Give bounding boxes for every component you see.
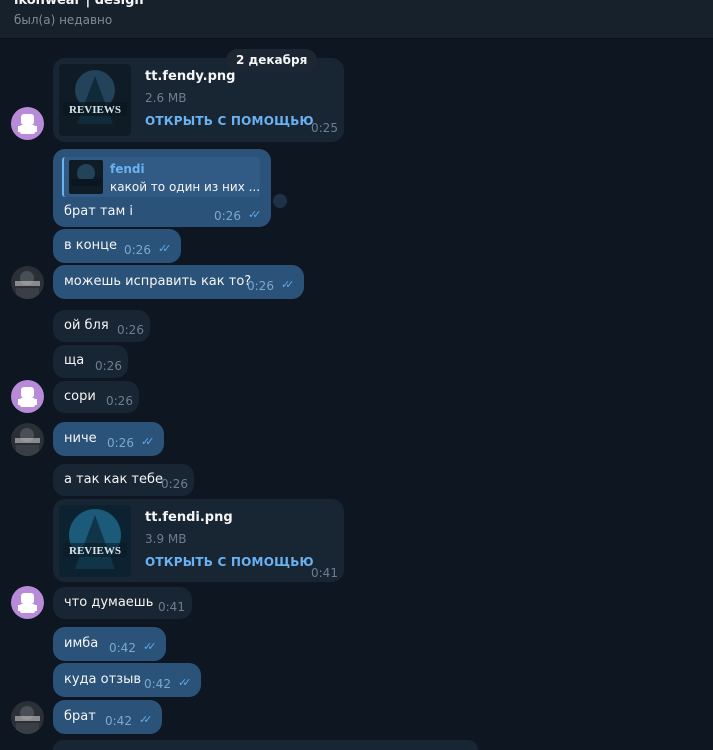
message-text: а так как тебе bbox=[64, 472, 164, 487]
message-text: ой бля bbox=[64, 318, 109, 333]
message-bubble[interactable]: ниче 0:26 ✓✓ bbox=[53, 422, 164, 456]
message-time: 0:26 bbox=[124, 243, 151, 257]
message-time: 0:26 bbox=[214, 209, 241, 223]
profile-photo-icon bbox=[11, 266, 44, 299]
message-time: 0:26 bbox=[247, 279, 274, 293]
profile-photo-icon bbox=[11, 423, 44, 456]
message-text: брат bbox=[64, 709, 96, 724]
message-bubble[interactable]: что думаешь 0:41 bbox=[53, 587, 192, 619]
message-time: 0:26 bbox=[106, 394, 133, 408]
image-thumbnail[interactable]: REVIEWS bbox=[59, 505, 131, 577]
file-message[interactable]: REVIEWS tt.fendi.png 3.9 MB ОТКРЫТЬ С ПО… bbox=[53, 499, 344, 582]
message-text: куда отзыв bbox=[64, 672, 141, 687]
profile-photo-icon bbox=[11, 701, 44, 734]
message-text: имба bbox=[64, 636, 99, 651]
read-check-icon: ✓✓ bbox=[143, 640, 157, 653]
robot-avatar-icon bbox=[18, 387, 37, 407]
message-time: 0:41 bbox=[311, 566, 338, 580]
chat-title[interactable]: ikonwear | design bbox=[14, 0, 144, 8]
message-text: ниче bbox=[64, 431, 97, 446]
message-bubble[interactable]: можешь исправить как то? 0:26 ✓✓ bbox=[53, 265, 304, 299]
thumbnail-logo-text: REVIEWS bbox=[69, 545, 121, 557]
message-bubble[interactable]: куда отзыв 0:42 ✓✓ bbox=[53, 663, 201, 697]
message-time: 0:41 bbox=[158, 600, 185, 614]
message-text: можешь исправить как то? bbox=[64, 274, 252, 289]
robot-avatar-icon bbox=[18, 114, 37, 134]
message-text: сори bbox=[64, 389, 96, 404]
message-bubble[interactable]: брат 0:42 ✓✓ bbox=[53, 700, 162, 734]
read-check-icon: ✓✓ bbox=[281, 278, 295, 291]
reply-text: какой то один из них ... bbox=[110, 180, 261, 194]
reply-quote[interactable]: fendi какой то один из них ... bbox=[62, 157, 260, 197]
message-time: 0:42 bbox=[144, 677, 171, 691]
user-avatar[interactable] bbox=[11, 266, 44, 299]
message-time: 0:26 bbox=[117, 323, 144, 337]
read-check-icon: ✓✓ bbox=[248, 208, 262, 221]
sender-avatar[interactable] bbox=[11, 107, 44, 140]
user-avatar[interactable] bbox=[11, 423, 44, 456]
file-name: tt.fendi.png bbox=[145, 510, 233, 525]
message-bubble[interactable]: ща 0:26 bbox=[53, 345, 128, 378]
chat-status: был(а) недавно bbox=[14, 13, 113, 27]
open-with-button[interactable]: ОТКРЫТЬ С ПОМОЩЬЮ bbox=[145, 113, 314, 129]
sender-avatar[interactable] bbox=[11, 380, 44, 413]
message-bubble[interactable]: а так как тебе 0:26 bbox=[53, 464, 194, 496]
reply-author: fendi bbox=[110, 162, 145, 176]
message-bubble[interactable]: в конце 0:26 ✓✓ bbox=[53, 229, 181, 263]
message-time: 0:26 bbox=[95, 359, 122, 373]
message-text: в конце bbox=[64, 238, 117, 253]
message-time: 0:26 bbox=[161, 477, 188, 491]
file-name: tt.fendy.png bbox=[145, 69, 236, 84]
file-size: 3.9 MB bbox=[145, 532, 187, 546]
image-thumbnail[interactable]: REVIEWS bbox=[59, 64, 131, 136]
message-bubble-partial[interactable] bbox=[53, 740, 478, 750]
message-list[interactable]: REVIEWS tt.fendy.png 2.6 MB ОТКРЫТЬ С ПО… bbox=[0, 39, 713, 750]
message-bubble[interactable]: ой бля 0:26 bbox=[53, 310, 150, 342]
message-time: 0:42 bbox=[109, 641, 136, 655]
robot-avatar-icon bbox=[18, 593, 37, 613]
message-text: брат там i bbox=[64, 204, 134, 219]
file-size: 2.6 MB bbox=[145, 91, 187, 105]
message-time: 0:25 bbox=[311, 121, 338, 135]
open-with-button[interactable]: ОТКРЫТЬ С ПОМОЩЬЮ bbox=[145, 554, 314, 570]
read-check-icon: ✓✓ bbox=[158, 242, 172, 255]
sender-avatar[interactable] bbox=[11, 586, 44, 619]
read-check-icon: ✓✓ bbox=[178, 676, 192, 689]
message-time: 0:42 bbox=[105, 714, 132, 728]
message-text: что думаешь bbox=[64, 595, 154, 610]
chat-header[interactable]: ikonwear | design был(а) недавно bbox=[0, 0, 713, 39]
user-avatar[interactable] bbox=[11, 701, 44, 734]
reply-message[interactable]: fendi какой то один из них ... брат там … bbox=[53, 149, 271, 227]
read-check-icon: ✓✓ bbox=[141, 435, 155, 448]
reply-thumbnail bbox=[69, 160, 103, 194]
message-bubble[interactable]: сори 0:26 bbox=[53, 381, 139, 413]
message-text: ща bbox=[64, 353, 85, 368]
thumbnail-logo-text: REVIEWS bbox=[69, 104, 121, 116]
message-time: 0:26 bbox=[107, 436, 134, 450]
date-separator: 2 декабря bbox=[226, 49, 318, 72]
message-bubble[interactable]: имба 0:42 ✓✓ bbox=[53, 627, 166, 661]
read-check-icon: ✓✓ bbox=[139, 713, 153, 726]
